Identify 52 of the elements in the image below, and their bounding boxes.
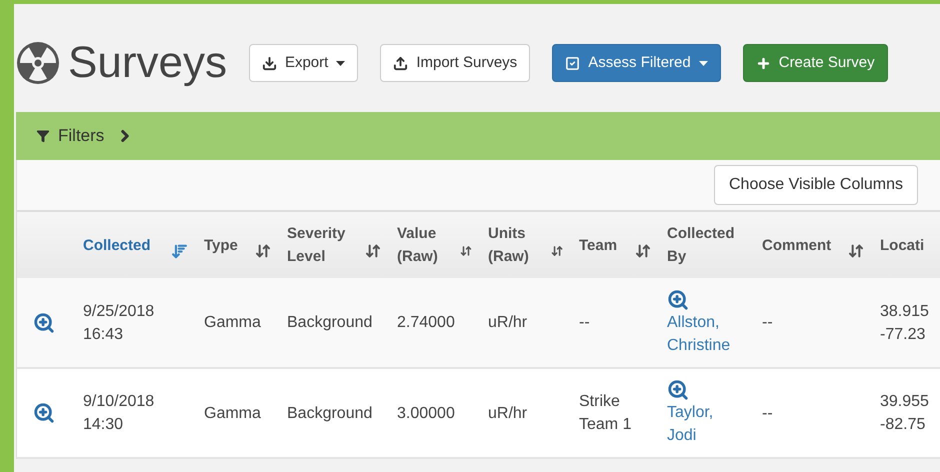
column-header[interactable]: Team bbox=[579, 231, 659, 259]
table-cell-text: 9/25/2018 16:43 bbox=[83, 302, 156, 344]
assess-filtered-button[interactable]: Assess Filtered bbox=[552, 44, 721, 82]
import-button[interactable]: Import Surveys bbox=[380, 44, 530, 82]
column-header[interactable]: Collected By bbox=[667, 222, 754, 268]
column-header[interactable]: Locati bbox=[880, 234, 940, 256]
zoom-in-icon[interactable] bbox=[667, 379, 689, 401]
table-cell-text: Strike Team 1 bbox=[579, 392, 632, 435]
sort-icon[interactable] bbox=[365, 243, 381, 259]
zoom-in-icon[interactable] bbox=[667, 288, 689, 310]
page-title: Surveys bbox=[68, 41, 227, 85]
sort-descending-icon[interactable] bbox=[171, 242, 188, 260]
table-cell-text: 9/10/2018 14:30 bbox=[83, 392, 156, 435]
table-cell-text: -- bbox=[762, 313, 774, 333]
collector-link[interactable]: Taylor, Jodi bbox=[667, 401, 747, 447]
export-button[interactable]: Export bbox=[248, 44, 358, 82]
download-icon bbox=[262, 56, 277, 70]
column-header[interactable]: Comment bbox=[762, 231, 872, 259]
table-cell-text: Background bbox=[287, 404, 374, 424]
table-cell-text: uR/hr bbox=[488, 404, 528, 424]
upload-icon bbox=[393, 56, 408, 70]
caret-icon bbox=[336, 60, 346, 66]
column-header[interactable]: Collected bbox=[83, 230, 196, 260]
sort-icon[interactable] bbox=[848, 243, 864, 259]
caret-icon bbox=[698, 60, 708, 66]
table-cell-text: -- bbox=[579, 313, 591, 333]
column-header[interactable]: Type bbox=[204, 231, 279, 259]
filters-bar[interactable]: Filters bbox=[16, 112, 940, 160]
column-header[interactable]: Value (Raw) bbox=[397, 222, 480, 268]
table-cell-text: 39.955 -82.75 bbox=[880, 392, 930, 435]
checkbox-icon bbox=[565, 56, 580, 70]
table-cell-text: Background bbox=[287, 313, 374, 333]
choose-columns-button[interactable]: Choose Visible Columns bbox=[714, 165, 918, 205]
sort-icon[interactable] bbox=[550, 243, 563, 259]
column-header[interactable]: Units (Raw) bbox=[488, 222, 571, 268]
plus-icon bbox=[756, 56, 771, 70]
sort-icon[interactable] bbox=[635, 243, 651, 259]
table-cell-text: 2.74000 bbox=[397, 313, 456, 333]
zoom-in-icon[interactable] bbox=[33, 312, 55, 334]
column-header[interactable]: Severity Level bbox=[287, 222, 389, 268]
table-cell-text: Gamma bbox=[204, 313, 262, 333]
filters-label: Filters bbox=[58, 125, 104, 148]
collector-link[interactable]: Allston, Christine bbox=[667, 310, 747, 356]
table-cell-text: -- bbox=[762, 404, 774, 424]
filter-icon bbox=[36, 129, 50, 143]
zoom-in-icon[interactable] bbox=[33, 402, 55, 424]
table-cell-text: Gamma bbox=[204, 404, 262, 424]
table-cell-text: 3.00000 bbox=[397, 404, 456, 424]
create-survey-button[interactable]: Create Survey bbox=[742, 44, 888, 82]
table-cell-text: 38.915 -77.23 bbox=[880, 302, 930, 344]
table-cell-text: uR/hr bbox=[488, 313, 528, 333]
sort-icon[interactable] bbox=[255, 243, 271, 259]
